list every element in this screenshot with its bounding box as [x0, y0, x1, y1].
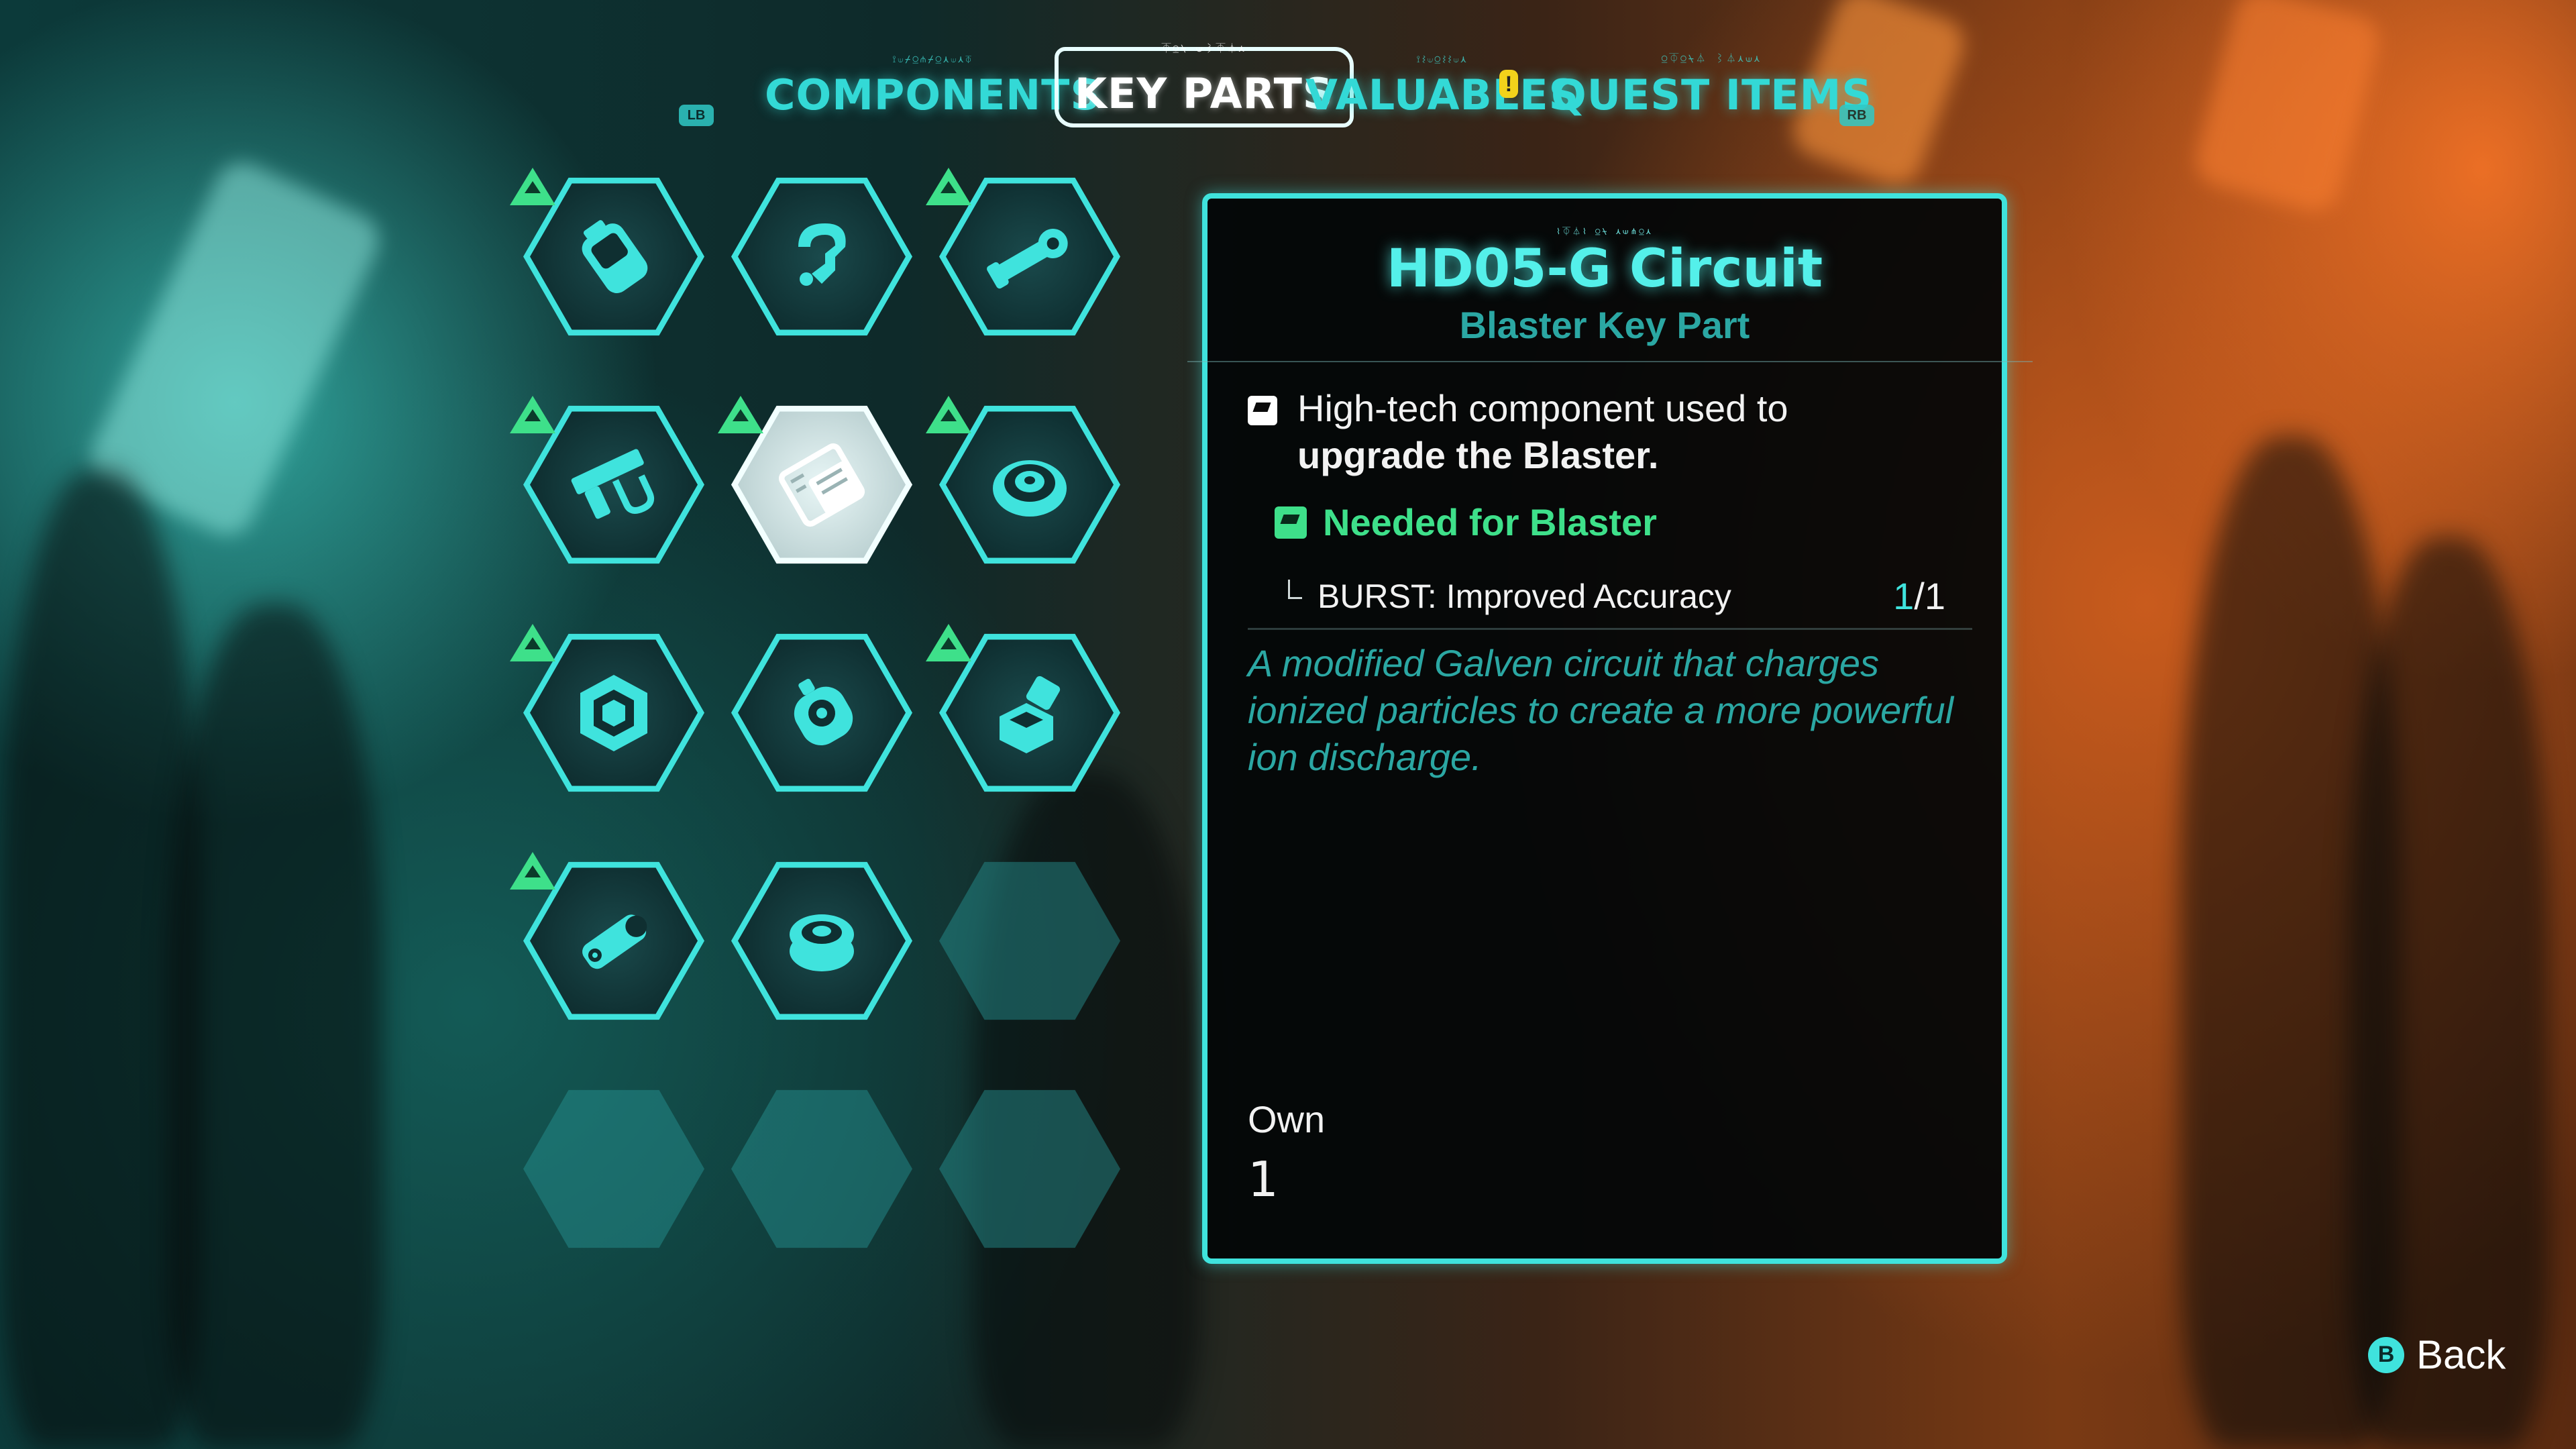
item-slot[interactable] — [926, 168, 1120, 339]
item-title: HD05-G Circuit — [1386, 239, 1823, 299]
new-badge-icon — [510, 852, 555, 890]
new-badge-icon — [926, 624, 971, 661]
new-badge-icon — [718, 396, 763, 433]
empty-item-slot — [939, 1087, 1120, 1251]
item-slot[interactable] — [926, 396, 1120, 567]
tab-aurebesh-caption: ⟟⟒⌿⍜⋔⌿⍜⋏⟒⋏⏁ — [892, 54, 973, 65]
item-slot[interactable] — [731, 631, 912, 795]
gear-coil-icon — [731, 859, 912, 1023]
aurebesh-caption: ⌇⏁⏃⌇ ⍜⍀ ⋏⟒⋔⍜⋏ — [1556, 227, 1653, 236]
blaster-icon — [1275, 506, 1307, 539]
description-emphasis: upgrade the Blaster. — [1297, 434, 1659, 476]
item-slot[interactable] — [510, 852, 704, 1023]
needed-for-label: Needed for Blaster — [1323, 501, 1657, 543]
item-slot[interactable] — [510, 168, 704, 339]
new-badge-icon — [510, 168, 555, 205]
rb-bumper-hint[interactable]: RB — [1839, 105, 1874, 126]
item-slot[interactable] — [926, 624, 1120, 795]
tab-label: VALUABLES — [1305, 70, 1580, 119]
divider — [1187, 361, 2033, 362]
category-tab-bar: LB ⟟⟒⌿⍜⋔⌿⍜⋏⟒⋏⏁ COMPONENTS ⏁⍜⍀ ⟒⌇⏁⏃⋏ KEY … — [0, 32, 2576, 127]
flavor-text: A modified Galven circuit that charges i… — [1248, 642, 1954, 778]
new-badge-icon — [510, 624, 555, 661]
upgrade-requirement-row: BURST: Improved Accuracy 1/1 — [1288, 574, 1945, 618]
tab-quest-items[interactable]: ⍜⏁⍜⍀⏃ ⌇⏃⋏⟒⋏ QUEST ITEMS — [1551, 32, 1872, 119]
hook-clamp-icon — [731, 174, 912, 339]
empty-item-slot — [731, 1087, 912, 1251]
tab-valuables[interactable]: ⟟⌇⟒⍜⌇⌇⟒⋏ VALUABLES — [1305, 32, 1579, 119]
silhouette-figure — [168, 604, 382, 1449]
upgrade-count: 1/1 — [1893, 575, 1945, 617]
own-label: Own — [1248, 1098, 1326, 1140]
scope-module-icon — [731, 631, 912, 795]
description-text: High-tech component used to — [1297, 387, 1788, 429]
key-parts-grid — [510, 168, 1127, 1275]
item-slot[interactable] — [510, 396, 704, 567]
empty-item-slot — [523, 1087, 704, 1251]
new-badge-icon — [926, 168, 971, 205]
item-description: High-tech component used to upgrade the … — [1248, 385, 1972, 479]
item-detail-panel: ⌇⏁⏃⌇ ⍜⍀ ⋏⟒⋔⍜⋏ HD05-G Circuit Blaster Key… — [1187, 193, 2033, 1264]
tab-label: QUEST ITEMS — [1551, 70, 1872, 119]
divider — [1248, 628, 1972, 630]
tab-components[interactable]: ⟟⟒⌿⍜⋔⌿⍜⋏⟒⋏⏁ COMPONENTS — [765, 32, 1101, 119]
needed-for-section: Needed for Blaster — [1275, 500, 1657, 544]
item-slot-selected[interactable] — [718, 396, 912, 567]
item-slot[interactable] — [731, 174, 912, 339]
new-badge-icon — [510, 396, 555, 433]
tab-aurebesh-caption: ⍜⏁⍜⍀⏃ ⌇⏃⋏⟒⋏ — [1661, 54, 1762, 64]
back-prompt[interactable]: B Back — [2368, 1332, 2506, 1378]
new-item-alert-icon: ! — [1499, 70, 1518, 98]
item-subtitle: Blaster Key Part — [1459, 304, 1750, 346]
own-count: 1 — [1248, 1151, 1279, 1208]
empty-item-slot — [939, 859, 1120, 1023]
new-badge-icon — [926, 396, 971, 433]
lb-bumper-hint[interactable]: LB — [679, 105, 714, 126]
silhouette-figure — [2348, 537, 2549, 1449]
blaster-icon — [1248, 396, 1277, 425]
tab-aurebesh-caption: ⟟⌇⟒⍜⌇⌇⟒⋏ — [1416, 54, 1468, 65]
item-slot[interactable] — [731, 859, 912, 1023]
b-button-icon: B — [2368, 1336, 2404, 1373]
item-slot[interactable] — [510, 624, 704, 795]
tab-label: COMPONENTS — [765, 70, 1102, 119]
tab-label: KEY PARTS — [1075, 69, 1334, 118]
upgrade-name: BURST: Improved Accuracy — [1288, 577, 1731, 616]
tab-aurebesh-caption: ⏁⍜⍀ ⟒⌇⏁⏃⋏ — [1161, 44, 1246, 54]
back-label: Back — [2416, 1332, 2506, 1377]
